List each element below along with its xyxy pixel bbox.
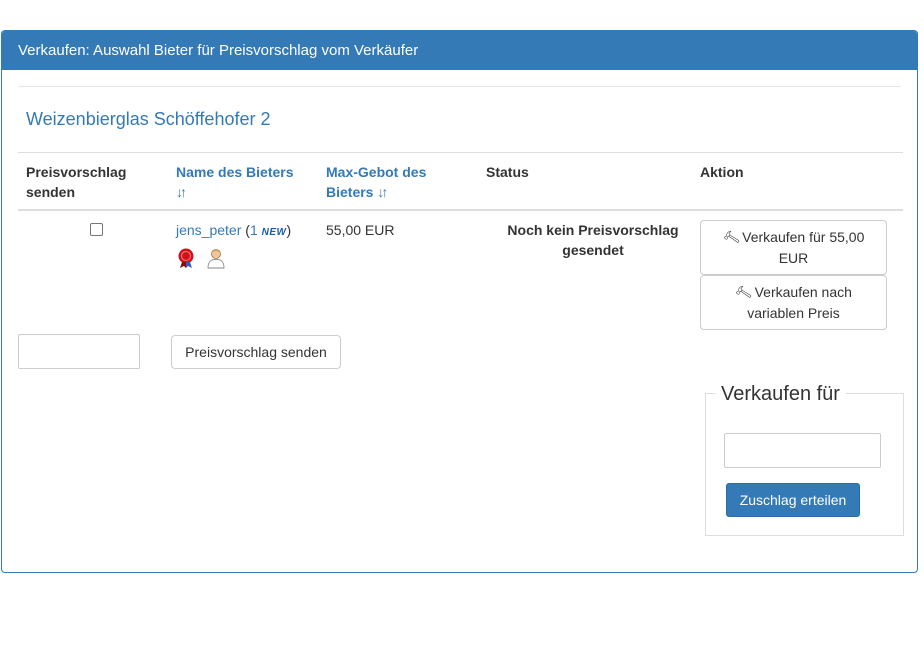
rating-close: ) bbox=[286, 221, 292, 238]
product-title: Weizenbierglas Schöffehofer 2 bbox=[26, 109, 271, 129]
award-button[interactable]: Zuschlag erteilen bbox=[726, 483, 860, 517]
divider bbox=[18, 86, 901, 87]
user-avatar-icon bbox=[206, 247, 226, 269]
sell-variable-line1: Verkaufen nach bbox=[754, 283, 852, 300]
sell-variable-line2: variablen Preis bbox=[747, 304, 840, 321]
header-send-offer: Preisvorschlag senden bbox=[18, 153, 176, 210]
header-status: Status bbox=[486, 164, 529, 180]
sell-fixed-line1: Verkaufen für 55,00 bbox=[742, 228, 865, 245]
bidder-cell: jens_peter (1 NEW) bbox=[176, 210, 326, 330]
status-cell: Noch kein Preisvorschlag gesendet bbox=[486, 210, 700, 330]
table-row: jens_peter (1 NEW) 55,00 EUR Noch kein P… bbox=[18, 210, 903, 330]
gavel-icon: 🔨︎ bbox=[733, 282, 754, 302]
bidder-link[interactable]: jens_peter bbox=[176, 222, 241, 238]
sort-arrows-icon[interactable]: ↓↑ bbox=[176, 182, 187, 202]
header-max-bid-line2[interactable]: Bieters bbox=[326, 184, 373, 200]
gavel-icon: 🔨︎ bbox=[720, 227, 741, 247]
rating-count-link[interactable]: 1 bbox=[250, 222, 258, 238]
sell-fixed-price-button[interactable]: 🔨︎Verkaufen für 55,00 EUR bbox=[700, 219, 887, 275]
send-offer-cell bbox=[18, 210, 176, 330]
header-max-bid-line1[interactable]: Max-Gebot des bbox=[326, 164, 426, 180]
sell-variable-price-button[interactable]: 🔨︎Verkaufen nach variablen Preis bbox=[700, 274, 887, 330]
red-seal-badge-icon bbox=[176, 247, 196, 269]
send-offer-button[interactable]: Preisvorschlag senden bbox=[171, 335, 341, 369]
action-cell: 🔨︎Verkaufen für 55,00 EUR 🔨︎Verkaufen na… bbox=[700, 210, 903, 330]
max-bid-cell: 55,00 EUR bbox=[326, 221, 395, 238]
bidder-badges bbox=[176, 247, 326, 269]
bidders-table: Preisvorschlag senden Name des Bieters ↓… bbox=[18, 152, 903, 330]
sell-fixed-line2: EUR bbox=[778, 249, 809, 266]
new-member-badge: NEW bbox=[261, 226, 287, 238]
header-bidder-name[interactable]: Name des Bieters ↓↑ bbox=[176, 153, 326, 210]
status-line2: gesendet bbox=[562, 241, 624, 258]
sort-arrows-icon[interactable]: ↓↑ bbox=[377, 182, 388, 202]
header-send-offer-line2: senden bbox=[26, 184, 76, 200]
status-line1: Noch kein Preisvorschlag bbox=[507, 221, 679, 238]
header-max-bid[interactable]: Max-Gebot des Bieters ↓↑ bbox=[326, 153, 486, 210]
sell-for-legend: Verkaufen für bbox=[715, 383, 846, 406]
header-send-offer-line1: Preisvorschlag bbox=[26, 164, 127, 180]
sell-price-input[interactable] bbox=[724, 433, 881, 468]
header-bidder-name-label[interactable]: Name des Bieters bbox=[176, 164, 294, 180]
table-header-row: Preisvorschlag senden Name des Bieters ↓… bbox=[18, 152, 903, 210]
header-action: Aktion bbox=[700, 164, 744, 180]
send-offer-checkbox[interactable] bbox=[89, 222, 103, 236]
panel-title: Verkaufen: Auswahl Bieter für Preisvorsc… bbox=[2, 31, 917, 70]
bidder-selection-panel: Verkaufen: Auswahl Bieter für Preisvorsc… bbox=[1, 30, 918, 573]
offer-price-input[interactable] bbox=[18, 334, 140, 369]
